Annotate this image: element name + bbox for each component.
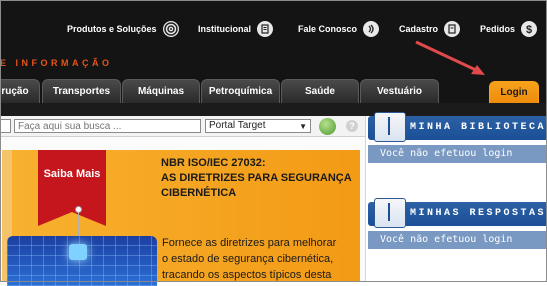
book-icon [374, 112, 406, 142]
target-icon [162, 21, 179, 37]
signal-icon [363, 21, 380, 37]
tab-login[interactable]: Login [489, 81, 539, 103]
minha-biblioteca-status[interactable]: Você não efetuou login [368, 145, 547, 163]
banner-title-line: CIBERNÉTICA [161, 187, 237, 199]
minha-biblioteca-title: MINHA BIBLIOTECA [410, 122, 547, 133]
brand-strip: E INFORMAÇÃO [0, 58, 113, 68]
search-bar: Portal Target ▼ ? [0, 116, 365, 137]
book-icon [374, 198, 406, 228]
banner-title-line: NBR ISO/IEC 27032: [161, 157, 266, 169]
main-content: Saiba Mais NBR ISO/IEC 27032: AS DIRETRI… [0, 137, 365, 286]
help-icon[interactable]: ? [346, 120, 358, 132]
cyber-security-illustration [7, 236, 157, 286]
banner-description: Fornece as diretrizes para melhorar o es… [162, 235, 362, 283]
dollar-icon: $ [521, 21, 538, 37]
nav-produtos-label: Produtos e Soluções [67, 24, 157, 34]
tab-petroquimica[interactable]: Petroquímica [201, 79, 280, 103]
nav-produtos-solucoes[interactable]: Produtos e Soluções [67, 14, 179, 44]
search-go-icon[interactable] [319, 118, 336, 135]
svg-text:$: $ [526, 24, 532, 36]
chevron-down-icon: ▼ [299, 122, 307, 131]
tab-vestuario[interactable]: Vestuário [360, 79, 439, 103]
banner-title-line: AS DIRETRIZES PARA SEGURANÇA [161, 172, 352, 184]
category-tabs: rução Transportes Máquinas Petroquímica … [0, 79, 547, 103]
search-input[interactable] [14, 119, 201, 133]
document-icon [257, 21, 274, 37]
saiba-mais-ribbon[interactable]: Saiba Mais [38, 150, 106, 226]
form-icon [444, 21, 461, 37]
user-sidebar: MINHA BIBLIOTECA Você não efetuou login … [365, 112, 547, 282]
tab-maquinas[interactable]: Máquinas [122, 79, 200, 103]
nav-fale-conosco[interactable]: Fale Conosco [298, 14, 380, 44]
tab-transportes[interactable]: Transportes [42, 79, 121, 103]
banner-title[interactable]: NBR ISO/IEC 27032: AS DIRETRIZES PARA SE… [161, 156, 361, 201]
banner-body-line: o estado de segurança cibernética, [162, 253, 334, 265]
banner-body-line: Fornece as diretrizes para melhorar [162, 237, 337, 249]
search-scope-select[interactable]: Portal Target ▼ [205, 119, 311, 133]
minha-biblioteca-header[interactable]: MINHA BIBLIOTECA [368, 112, 547, 142]
minhas-respostas-status[interactable]: Você não efetuou login [368, 231, 547, 249]
banner-body-line: tracando os aspectos típicos desta [162, 269, 332, 281]
nav-cadastro-label: Cadastro [399, 24, 439, 34]
nav-institucional[interactable]: Institucional [198, 14, 274, 44]
ribbon-label: Saiba Mais [43, 168, 101, 180]
minhas-respostas-title: MINHAS RESPOSTAS [410, 208, 547, 219]
tab-construcao[interactable]: rução [0, 79, 40, 103]
featured-banner[interactable]: Saiba Mais NBR ISO/IEC 27032: AS DIRETRI… [2, 150, 362, 286]
tab-saude[interactable]: Saúde [281, 79, 359, 103]
nav-fale-conosco-label: Fale Conosco [298, 24, 358, 34]
nav-institucional-label: Institucional [198, 24, 252, 34]
search-scope-value: Portal Target [209, 120, 266, 131]
annotation-arrow [415, 40, 485, 75]
nav-pedidos-label: Pedidos [480, 24, 516, 34]
search-prefix-field[interactable] [0, 119, 11, 133]
minhas-respostas-header[interactable]: MINHAS RESPOSTAS [368, 198, 547, 228]
header-divider [0, 103, 547, 116]
lock-icon [69, 244, 87, 260]
